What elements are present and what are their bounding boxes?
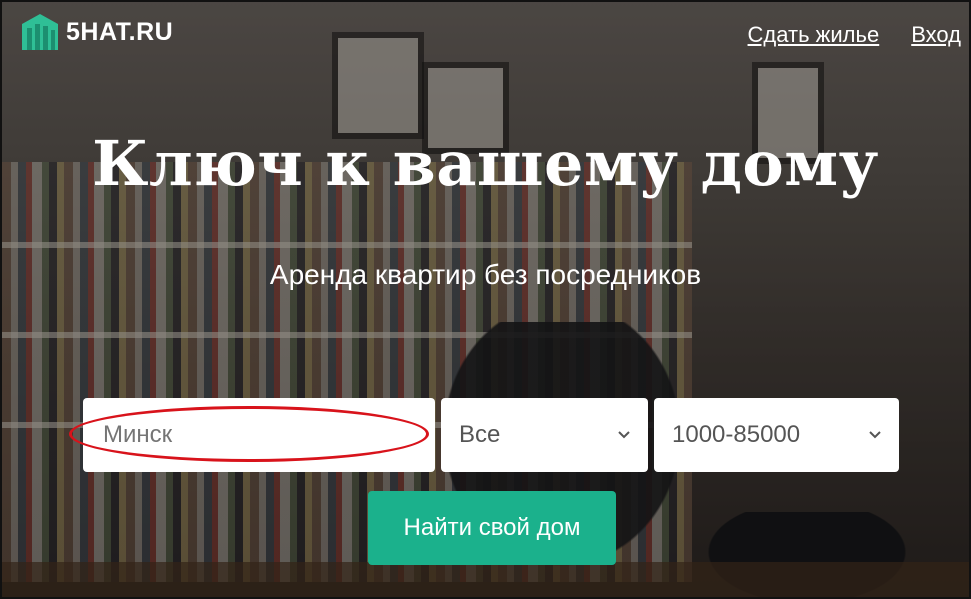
top-nav: Сдать жилье Вход <box>748 22 961 48</box>
hero-section: 5HAT.RU Сдать жилье Вход Ключ к вашему д… <box>0 0 971 599</box>
city-input[interactable] <box>101 420 417 450</box>
logo-text: 5HAT.RU <box>66 17 174 46</box>
property-type-select[interactable]: Все <box>441 398 648 472</box>
price-range-select[interactable]: 1000-85000 <box>654 398 899 472</box>
building-icon <box>22 14 58 50</box>
site-logo[interactable]: 5HAT.RU <box>18 10 173 54</box>
price-range-value: 1000-85000 <box>672 421 801 448</box>
city-field-wrapper <box>83 398 435 472</box>
property-type-value: Все <box>459 421 501 448</box>
page-title: Ключ к вашему дому <box>92 127 879 200</box>
page-subtitle: Аренда квартир без посредников <box>269 259 702 290</box>
search-form: Все 1000-85000 <box>83 398 899 472</box>
rent-out-link[interactable]: Сдать жилье <box>748 22 880 48</box>
find-home-button[interactable]: Найти свой дом <box>368 491 616 565</box>
chevron-down-icon <box>869 431 881 439</box>
login-link[interactable]: Вход <box>911 22 961 48</box>
chevron-down-icon <box>618 431 630 439</box>
